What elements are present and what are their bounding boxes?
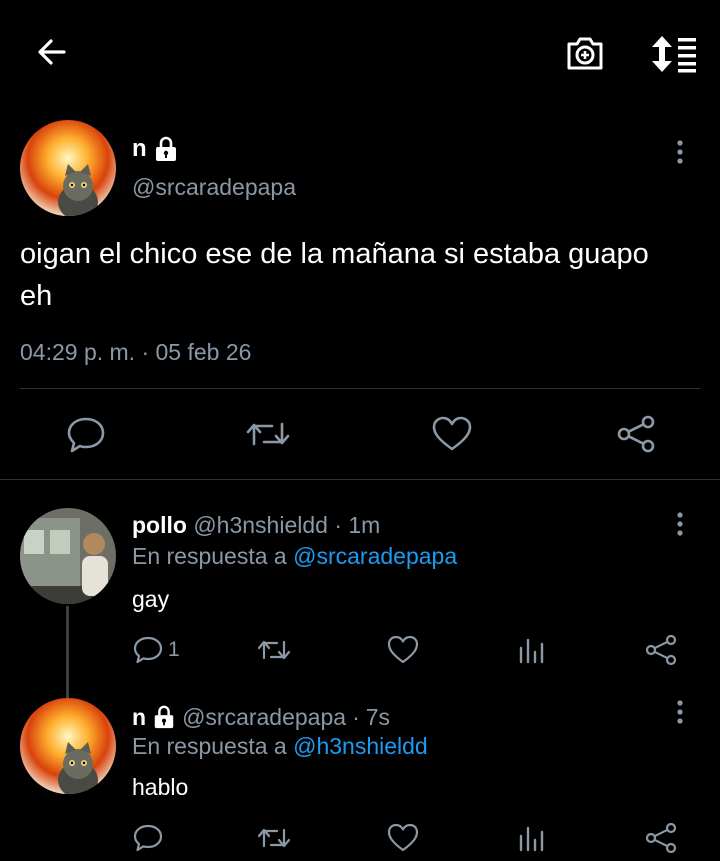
analytics-button[interactable] bbox=[516, 822, 546, 854]
avatar-train-photo-image bbox=[20, 508, 116, 604]
thread-line bbox=[66, 606, 69, 698]
more-vertical-icon bbox=[677, 140, 683, 164]
retweet-icon bbox=[257, 640, 291, 660]
heart-icon bbox=[432, 416, 472, 451]
lock-icon bbox=[153, 136, 179, 162]
divider bbox=[0, 479, 720, 480]
separator-dot: · bbox=[352, 703, 360, 730]
more-vertical-icon bbox=[677, 700, 683, 724]
more-vertical-icon bbox=[677, 512, 683, 536]
analytics-button[interactable] bbox=[516, 634, 546, 666]
avatar[interactable] bbox=[20, 698, 116, 794]
share-icon bbox=[645, 634, 677, 666]
reply-button[interactable]: 1 bbox=[132, 634, 180, 666]
camera-plus-icon bbox=[567, 37, 603, 70]
reply-to-link[interactable]: @h3nshieldd bbox=[293, 733, 428, 759]
comment-icon bbox=[67, 417, 105, 453]
retweet-icon bbox=[257, 828, 291, 848]
retweet-icon bbox=[246, 422, 290, 446]
reply-text: gay bbox=[132, 586, 170, 612]
share-button[interactable] bbox=[644, 634, 678, 666]
reply-to-label: En respuesta a bbox=[132, 733, 287, 759]
reply-to-link[interactable]: @srcaradepapa bbox=[293, 543, 457, 569]
like-button[interactable] bbox=[430, 414, 474, 454]
avatar[interactable] bbox=[20, 508, 116, 604]
avatar-explosion-cat-image bbox=[20, 698, 116, 794]
more-options-button[interactable] bbox=[666, 698, 694, 728]
comment-icon bbox=[133, 636, 163, 664]
heart-icon bbox=[387, 823, 419, 852]
more-options-button[interactable] bbox=[666, 510, 694, 540]
camera-button[interactable] bbox=[564, 32, 606, 74]
sort-button[interactable] bbox=[650, 34, 700, 74]
handle[interactable]: @srcaradepapa bbox=[132, 174, 296, 201]
reply-button[interactable] bbox=[64, 414, 108, 454]
divider bbox=[20, 388, 700, 389]
reply-text: hablo bbox=[132, 774, 189, 800]
handle[interactable]: @h3nshieldd bbox=[193, 512, 328, 538]
share-icon bbox=[645, 822, 677, 854]
avatar[interactable] bbox=[20, 120, 116, 216]
back-button[interactable] bbox=[34, 34, 70, 70]
share-button[interactable] bbox=[614, 414, 658, 454]
reply-count: 1 bbox=[168, 638, 180, 661]
analytics-bars-icon bbox=[519, 826, 544, 852]
share-icon bbox=[617, 415, 655, 453]
heart-icon bbox=[387, 635, 419, 664]
reply-age: 7s bbox=[365, 703, 391, 730]
reply-age: 1m bbox=[348, 512, 381, 538]
more-options-button[interactable] bbox=[666, 138, 694, 168]
share-button[interactable] bbox=[644, 822, 678, 854]
tweet-text: oigan el chico ese de la mañana si estab… bbox=[20, 238, 649, 312]
like-button[interactable] bbox=[386, 822, 420, 854]
retweet-button[interactable] bbox=[256, 822, 292, 854]
reply-button[interactable] bbox=[132, 822, 168, 854]
lock-icon bbox=[152, 705, 176, 729]
avatar-explosion-cat-image bbox=[20, 120, 116, 216]
retweet-button[interactable] bbox=[256, 634, 292, 666]
retweet-button[interactable] bbox=[244, 414, 292, 454]
separator-dot: · bbox=[334, 512, 342, 538]
tweet-timestamp: 04:29 p. m. · 05 feb 26 bbox=[20, 339, 252, 365]
like-button[interactable] bbox=[386, 634, 420, 666]
handle[interactable]: @srcaradepapa bbox=[182, 704, 346, 731]
arrow-left-icon bbox=[38, 39, 66, 65]
display-name[interactable]: pollo bbox=[132, 512, 187, 538]
display-name[interactable]: n bbox=[132, 135, 147, 163]
comment-icon bbox=[133, 824, 163, 852]
reply-to-label: En respuesta a bbox=[132, 543, 287, 569]
sort-list-icon bbox=[652, 36, 696, 73]
display-name[interactable]: n bbox=[132, 704, 146, 731]
analytics-bars-icon bbox=[519, 638, 544, 664]
